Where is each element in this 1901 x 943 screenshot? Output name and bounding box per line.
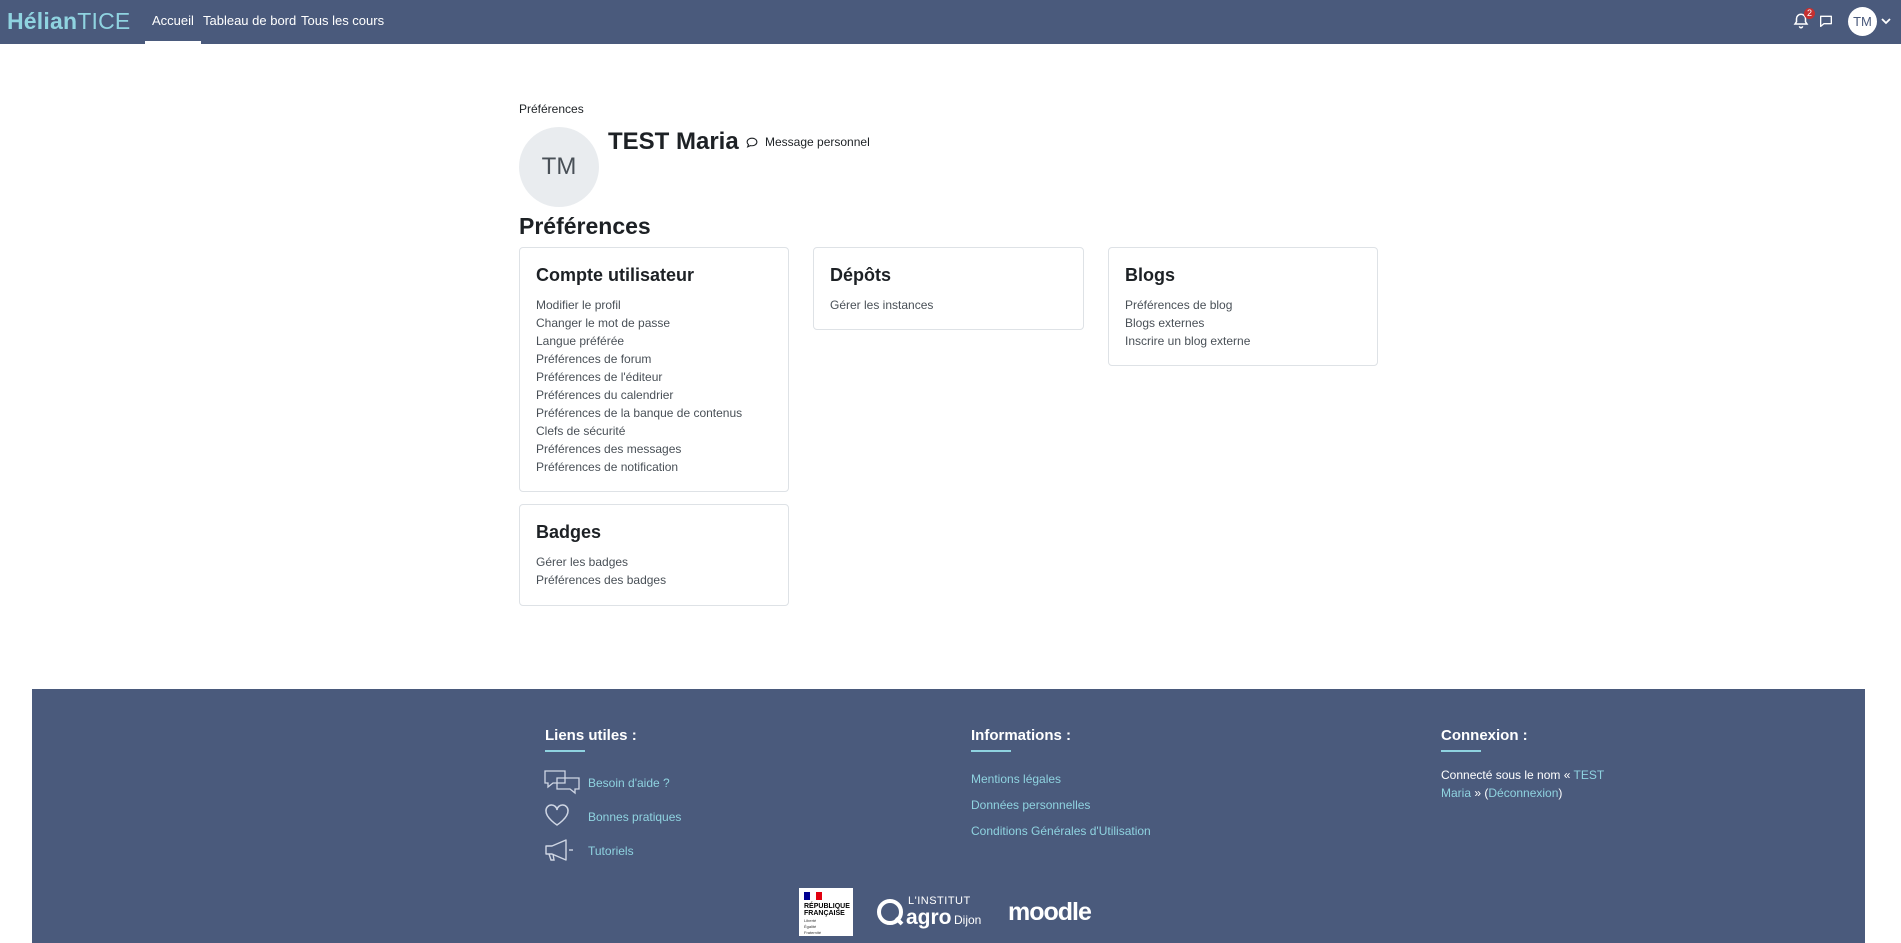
connection-middle: » ( <box>1471 786 1489 800</box>
card-blogs: Blogs Préférences de blog Blogs externes… <box>1108 247 1378 366</box>
agro-line2: agro <box>906 906 952 929</box>
nav-dashboard[interactable]: Tableau de bord <box>203 13 296 28</box>
user-avatar: TM <box>519 127 599 207</box>
brand-part1: Hélian <box>7 8 78 34</box>
agro-circle-icon <box>877 899 904 926</box>
footer-connection-title: Connexion : <box>1441 727 1528 752</box>
french-flag-icon <box>804 892 822 900</box>
institut-agro-dijon-logo: L'INSTITUT agro Dijon <box>876 893 988 933</box>
link-change-password[interactable]: Changer le mot de passe <box>536 314 772 332</box>
link-message-preferences[interactable]: Préférences des messages <box>536 440 772 458</box>
rf-line2: FRANÇAISE <box>804 910 845 917</box>
footer-link-legal-notice[interactable]: Mentions légales <box>971 772 1061 786</box>
footer-link-personal-data[interactable]: Données personnelles <box>971 798 1090 812</box>
chat-bubble-icon[interactable] <box>1818 13 1834 29</box>
rf-motto-1: Liberté <box>804 918 817 923</box>
link-manage-instances[interactable]: Gérer les instances <box>830 296 1067 314</box>
card-title: Compte utilisateur <box>536 265 695 285</box>
link-register-external-blog[interactable]: Inscrire un blog externe <box>1125 332 1361 350</box>
link-notification-preferences[interactable]: Préférences de notification <box>536 458 772 476</box>
user-full-name: TEST Maria <box>608 128 739 155</box>
rf-motto-3: Fraternité <box>804 930 822 935</box>
site-logo[interactable]: HélianTICE <box>7 8 130 35</box>
speech-bubble-icon <box>746 137 758 148</box>
breadcrumb[interactable]: Préférences <box>519 102 584 116</box>
user-menu-avatar[interactable]: TM <box>1848 7 1877 36</box>
link-manage-badges[interactable]: Gérer les badges <box>536 553 772 571</box>
connection-suffix: ) <box>1558 786 1563 800</box>
rf-line1: RÉPUBLIQUE <box>804 903 850 910</box>
footer-information-title: Informations : <box>971 727 1071 752</box>
link-badge-preferences[interactable]: Préférences des badges <box>536 571 772 589</box>
page-title: Préférences <box>519 213 651 239</box>
nav-home[interactable]: Accueil <box>145 13 201 44</box>
link-blog-preferences[interactable]: Préférences de blog <box>1125 296 1361 314</box>
footer-link-best-practices[interactable]: Bonnes pratiques <box>588 810 681 824</box>
link-forum-preferences[interactable]: Préférences de forum <box>536 350 772 368</box>
link-external-blogs[interactable]: Blogs externes <box>1125 314 1361 332</box>
card-user-account: Compte utilisateur Modifier le profil Ch… <box>519 247 789 492</box>
brand-part2: TICE <box>77 8 131 34</box>
chevron-down-icon[interactable] <box>1881 16 1891 26</box>
link-edit-profile[interactable]: Modifier le profil <box>536 296 772 314</box>
footer-link-tutorials[interactable]: Tutoriels <box>588 844 634 858</box>
top-navbar: HélianTICE Accueil Tableau de bord Tous … <box>0 0 1901 44</box>
personal-message-link[interactable]: Message personnel <box>745 135 870 149</box>
footer-connection-info: Connecté sous le nom « TEST Maria » (Déc… <box>1441 766 1611 802</box>
link-editor-preferences[interactable]: Préférences de l'éditeur <box>536 368 772 386</box>
link-calendar-preferences[interactable]: Préférences du calendrier <box>536 386 772 404</box>
footer-link-help[interactable]: Besoin d'aide ? <box>588 776 670 790</box>
personal-message-label: Message personnel <box>765 135 870 149</box>
footer-link-terms-of-use[interactable]: Conditions Générales d'Utilisation <box>971 824 1151 838</box>
link-preferred-language[interactable]: Langue préférée <box>536 332 772 350</box>
moodle-logo: moodle <box>1008 898 1092 926</box>
republique-francaise-logo: RÉPUBLIQUE FRANÇAISE Liberté Égalité Fra… <box>799 888 853 936</box>
heart-icon <box>545 804 569 826</box>
nav-all-courses[interactable]: Tous les cours <box>301 13 384 28</box>
card-repositories: Dépôts Gérer les instances <box>813 247 1084 330</box>
card-title: Blogs <box>1125 265 1176 285</box>
footer-useful-links-title: Liens utiles : <box>545 727 637 752</box>
notification-count-badge: 2 <box>1804 8 1816 19</box>
card-title: Badges <box>536 522 602 542</box>
link-security-keys[interactable]: Clefs de sécurité <box>536 422 772 440</box>
card-badges: Badges Gérer les badges Préférences des … <box>519 504 789 606</box>
rf-motto-2: Égalité <box>804 924 817 929</box>
agro-line3: Dijon <box>954 913 982 927</box>
card-title: Dépôts <box>830 265 892 285</box>
chat-bubbles-icon <box>544 770 580 795</box>
connection-prefix: Connecté sous le nom « <box>1441 768 1574 782</box>
link-content-bank-preferences[interactable]: Préférences de la banque de contenus <box>536 404 772 422</box>
megaphone-icon <box>545 839 573 861</box>
logout-link[interactable]: Déconnexion <box>1488 786 1558 800</box>
